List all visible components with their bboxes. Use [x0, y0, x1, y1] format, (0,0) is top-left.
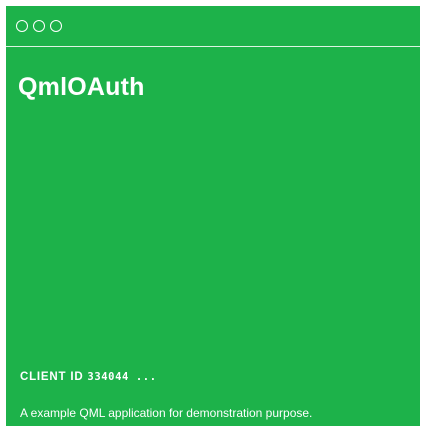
- app-title: QmlOAuth: [18, 73, 145, 101]
- app-description: A example QML application for demonstrat…: [20, 406, 313, 420]
- window-controls: [16, 20, 62, 32]
- window-control-close-icon[interactable]: [16, 20, 28, 32]
- title-bar-divider: [6, 46, 420, 47]
- window-control-maximize-icon[interactable]: [50, 20, 62, 32]
- client-id-value: 334044 ...: [87, 371, 157, 383]
- client-id-label: CLIENT ID: [20, 371, 84, 383]
- title-bar: [6, 6, 420, 46]
- window-control-minimize-icon[interactable]: [33, 20, 45, 32]
- app-window: QmlOAuth CLIENT ID 334044 ... A example …: [6, 6, 420, 426]
- client-id: CLIENT ID 334044 ...: [20, 370, 157, 384]
